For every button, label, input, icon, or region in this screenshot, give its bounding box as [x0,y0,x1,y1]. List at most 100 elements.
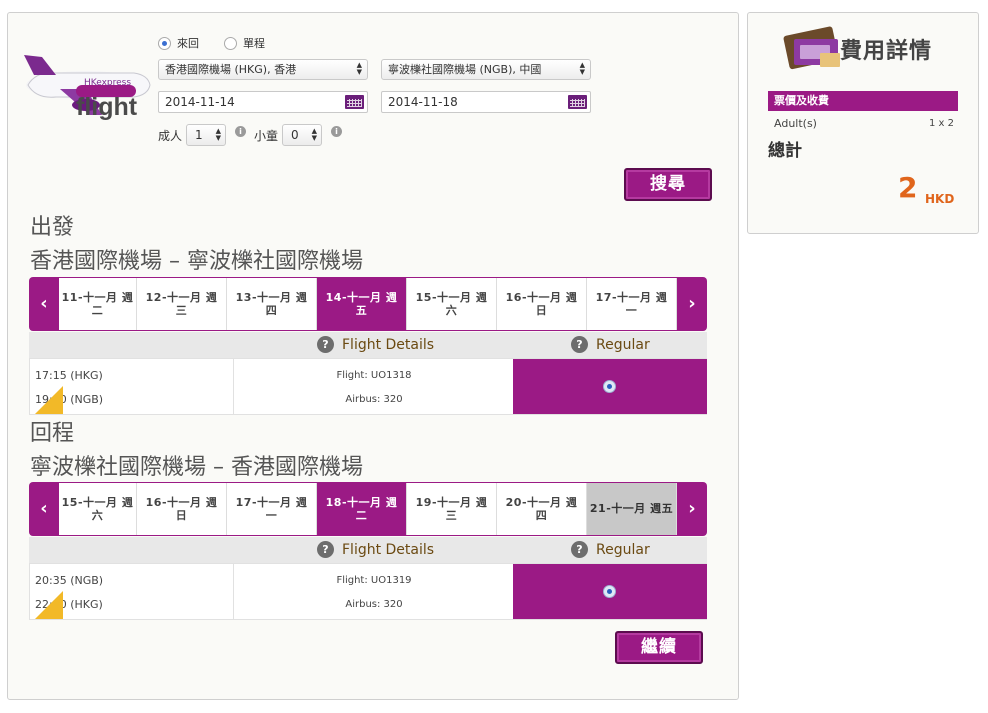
date-tab[interactable]: 16-十一月 週日 [497,278,587,330]
outbound-flight-row: 17:15 (HKG) 19:20 (NGB) ✈ Flight: UO1318… [29,358,707,415]
inbound-route: 寧波櫟社國際機場 – 香港國際機場 [30,455,363,480]
continue-button[interactable]: 繼續 [615,631,703,664]
flight-details-label: Flight Details [342,336,435,353]
date-tab[interactable]: 11-十一月 週二 [59,278,137,330]
info-icon[interactable]: i [235,126,246,137]
cost-title: 費用詳情 [840,39,933,64]
plane-badge [35,591,63,619]
children-label: 小童 [254,129,279,143]
outbound-heading: 出發 [30,215,75,240]
inbound-days: 15-十一月 週六 16-十一月 週日 17-十一月 週一 18-十一月 週二 … [59,483,677,535]
date-tab[interactable]: 12-十一月 週三 [137,278,227,330]
inbound-heading: 回程 [30,421,75,446]
date-tab[interactable]: 16-十一月 週日 [137,483,227,535]
date-tab[interactable]: 15-十一月 週六 [59,483,137,535]
flight-details-header: ? Flight Details [317,336,434,353]
outbound-route: 香港國際機場 – 寧波櫟社國際機場 [30,249,363,274]
radio-unselected-icon [224,36,237,50]
date-tab-selected[interactable]: 14-十一月 週五 [317,278,407,330]
adult-fare-qty: 1 x 2 [929,118,954,129]
fare-header: ? Regular [571,336,650,353]
select-arrows-icon: ▲ ▼ [579,61,585,76]
aircraft-type: Airbus: 320 [345,394,403,405]
select-arrows-icon: ▲ ▼ [356,61,362,76]
airplane-icon: ✈ [221,604,231,617]
children-select[interactable]: 0 ▲ ▼ [282,124,322,146]
flight-details-label: Flight Details [342,541,435,558]
flight-times: 17:15 (HKG) 19:20 (NGB) ✈ [30,359,234,414]
next-arrow-icon[interactable]: › [677,482,707,536]
depart-time: 17:15 (HKG) [35,369,103,382]
date-tab[interactable]: 20-十一月 週四 [497,483,587,535]
fare-label: Regular [596,336,650,353]
search-button[interactable]: 搜尋 [624,168,712,201]
trip-oneway-radio[interactable]: 單程 [224,35,265,51]
question-icon[interactable]: ? [317,541,334,558]
return-date-field[interactable]: 2014-11-18 [381,91,591,113]
trip-roundtrip-radio[interactable]: 來回 [158,35,199,51]
date-tab[interactable]: 15-十一月 週六 [407,278,497,330]
fare-label: Regular [596,541,650,558]
adult-fare-label: Adult(s) [774,117,817,130]
radio-selected-icon [158,36,171,50]
airplane-icon: ✈ [221,399,231,412]
next-arrow-icon[interactable]: › [677,277,707,331]
depart-time: 20:35 (NGB) [35,574,104,587]
airline-logo: HKexpress [24,55,151,115]
origin-select[interactable]: 香港國際機場 (HKG), 香港 ▲ ▼ [158,59,368,80]
fares-section-header: 票價及收費 [768,91,958,111]
prev-arrow-icon[interactable]: ‹ [29,277,59,331]
fare-cell-regular[interactable] [513,564,707,619]
outbound-days: 11-十一月 週二 12-十一月 週三 13-十一月 週四 14-十一月 週五 … [59,278,677,330]
plane-badge [35,386,63,414]
date-tab[interactable]: 19-十一月 週三 [407,483,497,535]
adults-label: 成人 [158,129,183,143]
cost-details-panel: 費用詳情 票價及收費 Adult(s) 1 x 2 總計 2 HKD [747,12,979,234]
info-icon[interactable]: i [331,126,342,137]
destination-select[interactable]: 寧波櫟社國際機場 (NGB), 中國 ▲ ▼ [381,59,591,80]
flight-info: Flight: UO1319 Airbus: 320 [235,564,513,619]
svg-text:HKexpress: HKexpress [84,78,131,88]
total-amount: 2 [898,171,918,204]
adults-value: 1 [195,128,203,142]
outbound-date-strip: ‹ 11-十一月 週二 12-十一月 週三 13-十一月 週四 14-十一月 週… [29,277,707,331]
date-tab[interactable]: 17-十一月 週一 [227,483,317,535]
fare-cell-regular[interactable] [513,359,707,414]
calendar-icon[interactable] [568,95,587,109]
fare-radio-selected[interactable] [603,585,616,598]
date-tab[interactable]: 13-十一月 週四 [227,278,317,330]
inbound-table-header: ? Flight Details ? Regular [29,537,707,563]
origin-value: 香港國際機場 (HKG), 香港 [165,63,297,76]
booking-panel: HKexpress flight 來回 單程 香港國際機場 (HKG), 香港 … [7,12,739,700]
aircraft-type: Airbus: 320 [345,599,403,610]
logo-text: flight [76,93,138,121]
trip-roundtrip-label: 來回 [177,37,199,50]
select-arrows-icon: ▲ ▼ [311,127,317,142]
adults-select[interactable]: 1 ▲ ▼ [186,124,226,146]
fare-radio-selected[interactable] [603,380,616,393]
question-icon[interactable]: ? [571,336,588,353]
outbound-table-header: ? Flight Details ? Regular [29,332,707,358]
flight-details-header: ? Flight Details [317,541,434,558]
date-tab[interactable]: 17-十一月 週一 [587,278,677,330]
flight-number: Flight: UO1318 [336,370,412,381]
prev-arrow-icon[interactable]: ‹ [29,482,59,536]
select-arrows-icon: ▲ ▼ [215,127,221,142]
fare-header: ? Regular [571,541,650,558]
depart-date-value: 2014-11-14 [165,95,235,109]
inbound-date-strip: ‹ 15-十一月 週六 16-十一月 週日 17-十一月 週一 18-十一月 週… [29,482,707,536]
question-icon[interactable]: ? [317,336,334,353]
return-date-value: 2014-11-18 [388,95,458,109]
flight-info: Flight: UO1318 Airbus: 320 [235,359,513,414]
destination-value: 寧波櫟社國際機場 (NGB), 中國 [388,63,542,76]
date-tab-selected[interactable]: 18-十一月 週二 [317,483,407,535]
date-tab-unavailable[interactable]: 21-十一月 週五 [587,483,677,535]
trip-oneway-label: 單程 [243,37,265,50]
total-label: 總計 [768,141,802,161]
total-currency: HKD [925,192,955,206]
question-icon[interactable]: ? [571,541,588,558]
flight-times: 20:35 (NGB) 22:50 (HKG) ✈ [30,564,234,619]
depart-date-field[interactable]: 2014-11-14 [158,91,368,113]
calendar-icon[interactable] [345,95,364,109]
inbound-flight-row: 20:35 (NGB) 22:50 (HKG) ✈ Flight: UO1319… [29,563,707,620]
